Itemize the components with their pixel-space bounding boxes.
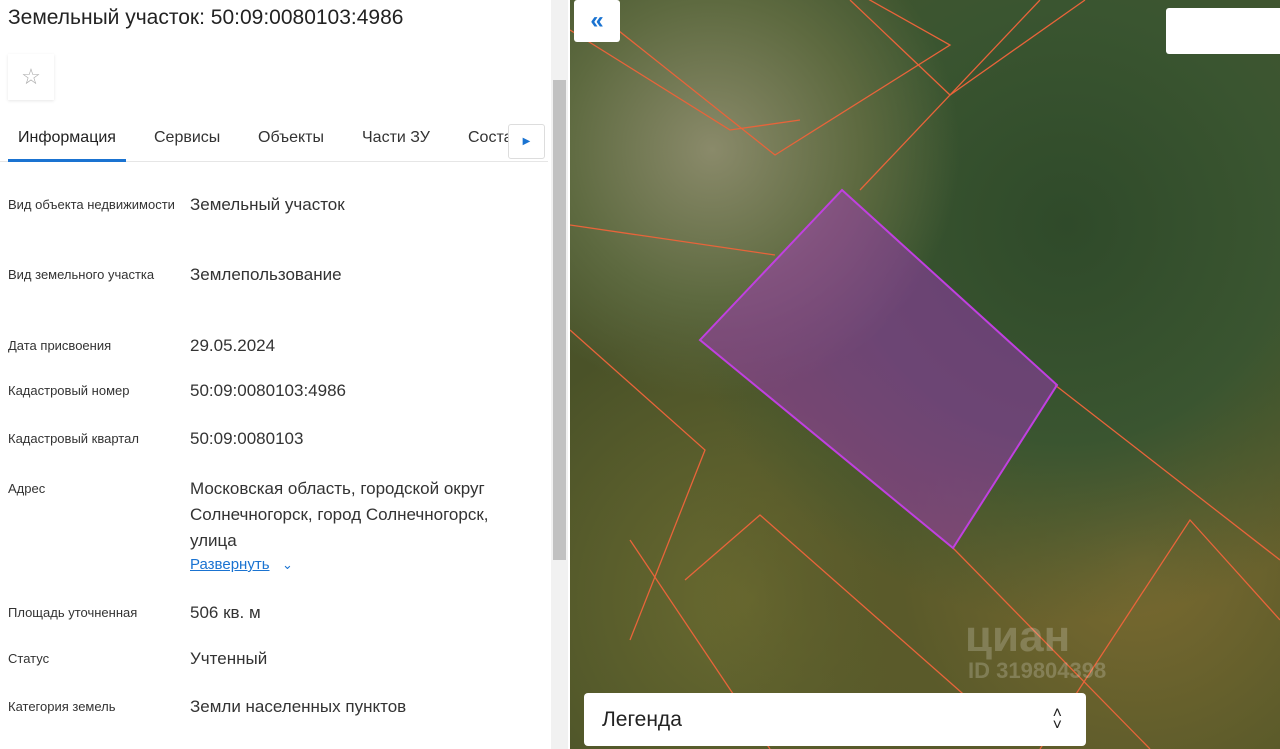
legend-dropdown[interactable]: Легенда ˄ ˅ bbox=[584, 693, 1086, 746]
field-label: Дата присвоения bbox=[8, 338, 112, 353]
expand-link[interactable]: Развернуть ⌄ bbox=[190, 556, 293, 574]
parcel-boundary bbox=[684, 514, 971, 701]
active-tab-indicator bbox=[8, 159, 126, 162]
watermark-id: ID 319804398 bbox=[968, 658, 1107, 683]
parcel-boundary bbox=[570, 224, 776, 256]
field-value: 50:09:0080103:4986 bbox=[190, 381, 346, 400]
page-title: Земельный участок: 50:09:0080103:4986 bbox=[8, 6, 404, 29]
field-value: Земли населенных пунктов bbox=[190, 697, 407, 716]
field-label: Адрес bbox=[8, 481, 46, 496]
parcel-boundary bbox=[859, 0, 1041, 191]
field-label: Категория земель bbox=[8, 699, 116, 714]
selected-parcel bbox=[698, 188, 1059, 550]
field-value: Московская область, городской округ Солн… bbox=[190, 479, 489, 550]
tab-parts[interactable]: Части ЗУ bbox=[362, 129, 430, 147]
favorite-button[interactable]: ☆ bbox=[8, 54, 54, 100]
info-panel: Земельный участок: 50:09:0080103:4986 ☆ … bbox=[0, 0, 570, 749]
star-icon: ☆ bbox=[21, 64, 41, 89]
scrollbar-thumb[interactable] bbox=[553, 80, 566, 560]
tab-info[interactable]: Информация bbox=[18, 129, 116, 147]
parcel-boundary bbox=[570, 29, 801, 131]
expand-label[interactable]: Развернуть bbox=[190, 556, 270, 573]
parcel-boundary bbox=[849, 0, 1086, 96]
field-label: Площадь уточненная bbox=[8, 605, 138, 620]
collapse-panel-button[interactable]: « bbox=[574, 0, 620, 42]
tabs-next-button[interactable]: ▶ bbox=[508, 124, 545, 159]
field-label: Кадастровый номер bbox=[8, 383, 130, 398]
map-search-box[interactable] bbox=[1166, 8, 1280, 54]
field-label: Вид земельного участка bbox=[8, 267, 155, 282]
legend-label: Легенда bbox=[602, 707, 682, 731]
double-chevron-left-icon: « bbox=[590, 7, 604, 34]
field-value: Земельный участок bbox=[190, 195, 345, 214]
watermark: циан bbox=[965, 612, 1071, 661]
field-value: Землепользование bbox=[190, 265, 342, 284]
scrollbar[interactable] bbox=[551, 0, 568, 749]
field-value: 506 кв. м bbox=[190, 603, 261, 622]
parcel-boundary bbox=[579, 0, 952, 156]
tab-services[interactable]: Сервисы bbox=[154, 129, 220, 147]
caret-right-icon: ▶ bbox=[522, 136, 531, 147]
field-value: Учтенный bbox=[190, 649, 268, 668]
field-value: 29.05.2024 bbox=[190, 336, 276, 355]
field-label: Вид объекта недвижимости bbox=[8, 197, 175, 212]
updown-chevron-icon: ˄ ˅ bbox=[1052, 704, 1062, 734]
field-value: 50:09:0080103 bbox=[190, 429, 304, 448]
parcel-boundary bbox=[570, 329, 706, 641]
tab-objects[interactable]: Объекты bbox=[258, 129, 324, 147]
map[interactable]: « циан ID 319804398 Легенда ˄ ˅ bbox=[570, 0, 1280, 749]
field-label: Статус bbox=[8, 651, 50, 666]
chevron-down-icon: ⌄ bbox=[281, 557, 293, 572]
parcel-boundaries bbox=[570, 0, 1280, 749]
field-label: Кадастровый квартал bbox=[8, 431, 139, 446]
parcel-boundary bbox=[1054, 384, 1280, 561]
tabs: Информация Сервисы Объекты Части ЗУ Сост… bbox=[0, 118, 548, 162]
